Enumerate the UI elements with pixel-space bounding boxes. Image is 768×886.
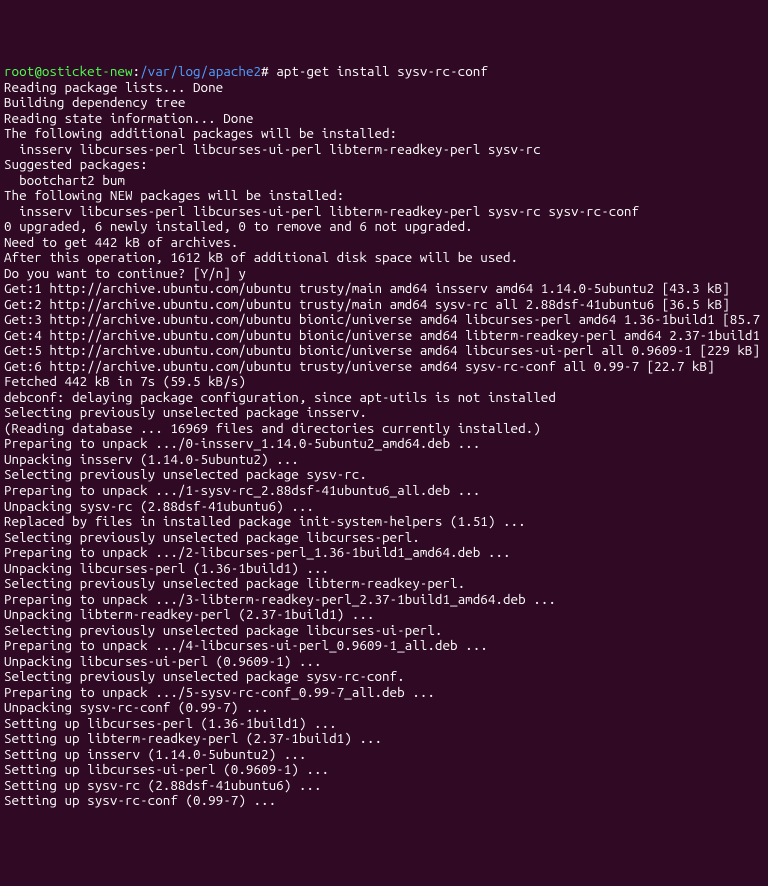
- output-line: Preparing to unpack .../3-libterm-readke…: [4, 592, 764, 608]
- output-line: Unpacking libcurses-perl (1.36-1build1) …: [4, 561, 764, 577]
- output-line: (Reading database ... 16969 files and di…: [4, 421, 764, 437]
- output-line: 0 upgraded, 6 newly installed, 0 to remo…: [4, 219, 764, 235]
- output-line: Get:3 http://archive.ubuntu.com/ubuntu b…: [4, 312, 764, 328]
- output-line: Setting up insserv (1.14.0-5ubuntu2) ...: [4, 747, 764, 763]
- output-line: Preparing to unpack .../5-sysv-rc-conf_0…: [4, 685, 764, 701]
- output-line: Do you want to continue? [Y/n] y: [4, 266, 764, 282]
- output-line: After this operation, 1612 kB of additio…: [4, 250, 764, 266]
- prompt-colon: :: [133, 63, 141, 79]
- output-line: Setting up libcurses-ui-perl (0.9609-1) …: [4, 762, 764, 778]
- output-line: Preparing to unpack .../1-sysv-rc_2.88ds…: [4, 483, 764, 499]
- output-line: Reading state information... Done: [4, 111, 764, 127]
- output-line: Unpacking sysv-rc-conf (0.99-7) ...: [4, 700, 764, 716]
- output-line: insserv libcurses-perl libcurses-ui-perl…: [4, 204, 764, 220]
- output-line: Setting up libcurses-perl (1.36-1build1)…: [4, 716, 764, 732]
- output-line: Setting up sysv-rc (2.88dsf-41ubuntu6) .…: [4, 778, 764, 794]
- output-line: Reading package lists... Done: [4, 80, 764, 96]
- output-line: Unpacking libterm-readkey-perl (2.37-1bu…: [4, 607, 764, 623]
- prompt-hash: #: [261, 63, 276, 79]
- output-line: Selecting previously unselected package …: [4, 530, 764, 546]
- output-line: Replaced by files in installed package i…: [4, 514, 764, 530]
- output-line: The following additional packages will b…: [4, 126, 764, 142]
- output-line: debconf: delaying package configuration,…: [4, 390, 764, 406]
- command-text: apt-get install sysv-rc-conf: [276, 63, 488, 79]
- prompt-host: osticket-new: [42, 63, 133, 79]
- output-line: insserv libcurses-perl libcurses-ui-perl…: [4, 142, 764, 158]
- prompt-path: /var/log/apache2: [140, 63, 261, 79]
- terminal-window[interactable]: root@osticket-new:/var/log/apache2# apt-…: [4, 64, 764, 809]
- output-line: Setting up libterm-readkey-perl (2.37-1b…: [4, 731, 764, 747]
- output-line: Unpacking insserv (1.14.0-5ubuntu2) ...: [4, 452, 764, 468]
- output-line: Get:2 http://archive.ubuntu.com/ubuntu t…: [4, 297, 764, 313]
- output-line: Selecting previously unselected package …: [4, 623, 764, 639]
- output-line: Get:1 http://archive.ubuntu.com/ubuntu t…: [4, 281, 764, 297]
- output-line: Preparing to unpack .../0-insserv_1.14.0…: [4, 436, 764, 452]
- command-line: root@osticket-new:/var/log/apache2# apt-…: [4, 64, 764, 80]
- output-line: Selecting previously unselected package …: [4, 467, 764, 483]
- output-line: Selecting previously unselected package …: [4, 669, 764, 685]
- output-line: bootchart2 bum: [4, 173, 764, 189]
- output-line: Fetched 442 kB in 7s (59.5 kB/s): [4, 374, 764, 390]
- output-line: Suggested packages:: [4, 157, 764, 173]
- output-line: Selecting previously unselected package …: [4, 405, 764, 421]
- output-line: Setting up sysv-rc-conf (0.99-7) ...: [4, 793, 764, 809]
- output-line: Get:4 http://archive.ubuntu.com/ubuntu b…: [4, 328, 764, 344]
- output-line: Preparing to unpack .../4-libcurses-ui-p…: [4, 638, 764, 654]
- output-line: Preparing to unpack .../2-libcurses-perl…: [4, 545, 764, 561]
- output-line: Unpacking libcurses-ui-perl (0.9609-1) .…: [4, 654, 764, 670]
- output-line: Need to get 442 kB of archives.: [4, 235, 764, 251]
- output-line: Get:6 http://archive.ubuntu.com/ubuntu t…: [4, 359, 764, 375]
- prompt-at: @: [34, 63, 42, 79]
- output-line: Unpacking sysv-rc (2.88dsf-41ubuntu6) ..…: [4, 499, 764, 515]
- output-line: Building dependency tree: [4, 95, 764, 111]
- prompt-user: root: [4, 63, 34, 79]
- output-line: The following NEW packages will be insta…: [4, 188, 764, 204]
- output-line: Selecting previously unselected package …: [4, 576, 764, 592]
- output-line: Get:5 http://archive.ubuntu.com/ubuntu b…: [4, 343, 764, 359]
